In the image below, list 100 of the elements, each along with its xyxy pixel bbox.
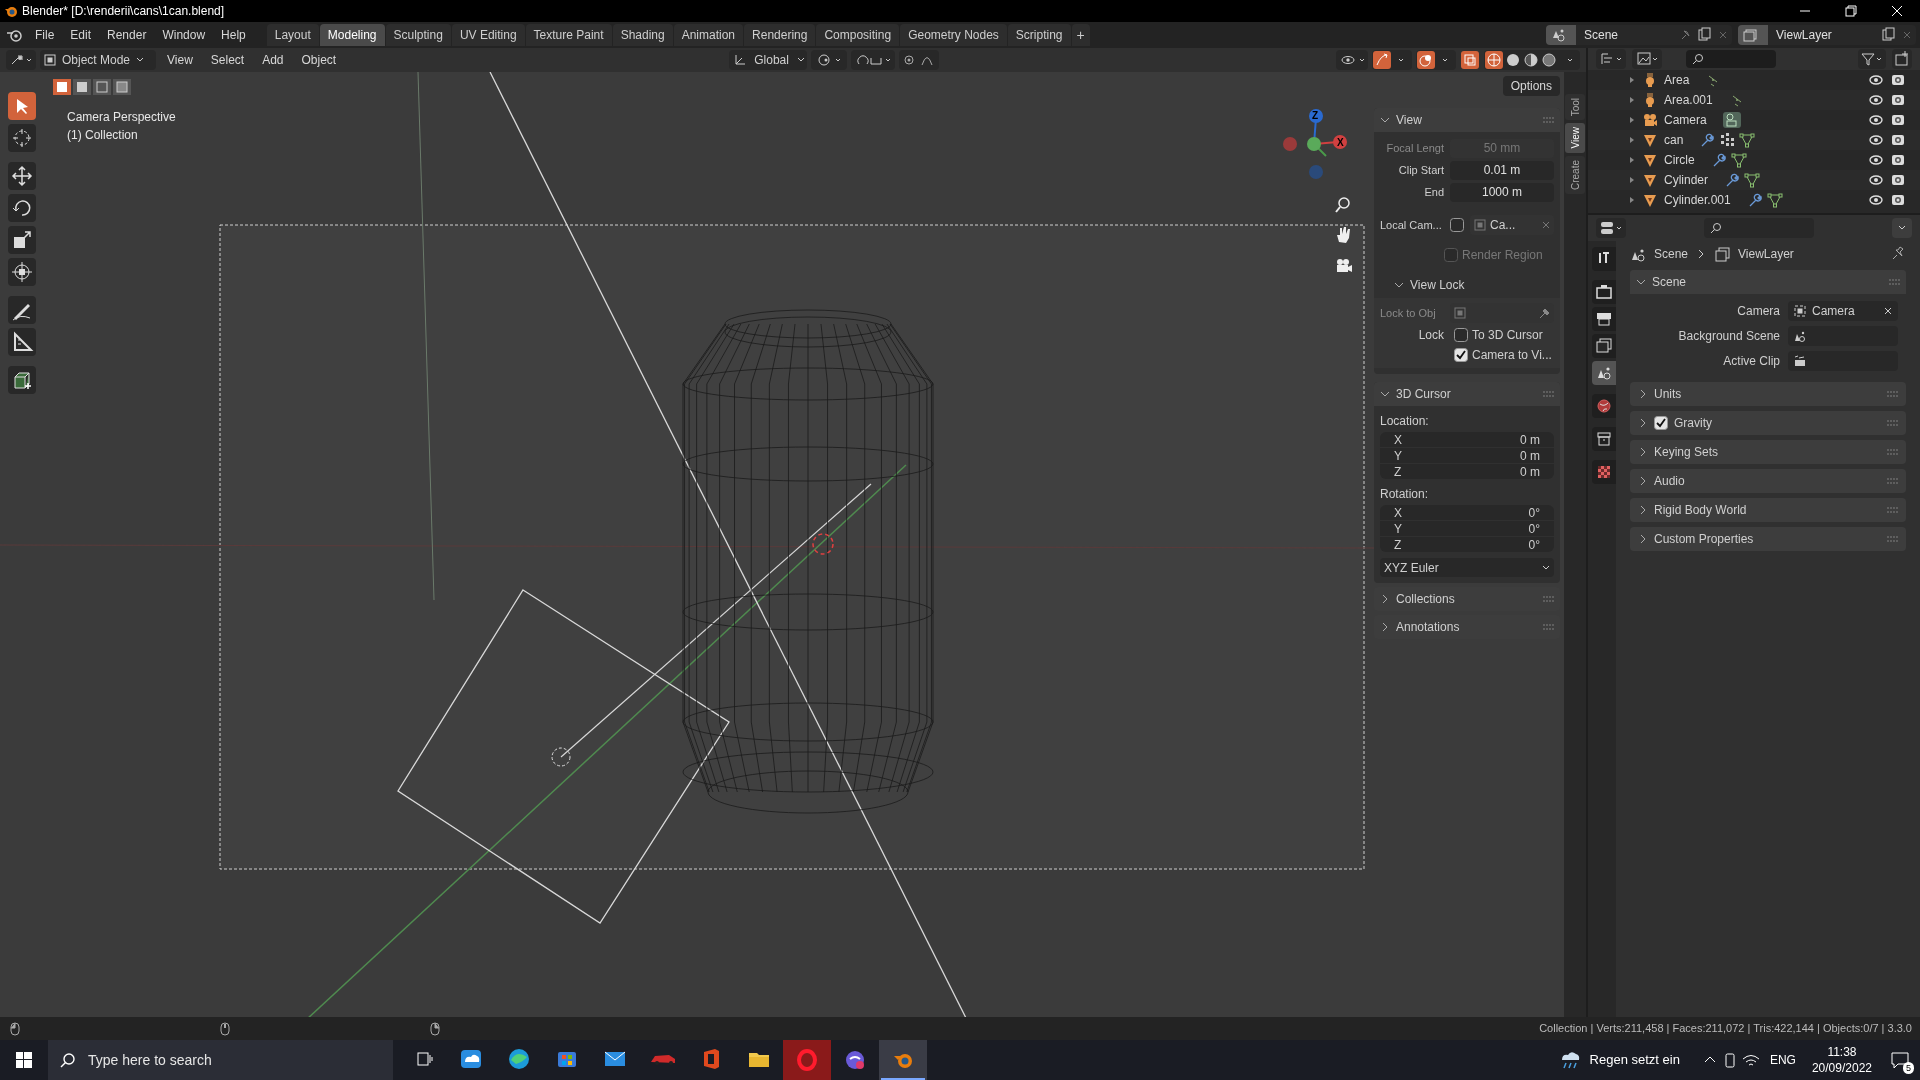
language-indicator[interactable]: ENG <box>1769 1051 1796 1069</box>
panel-header[interactable]: Audio <box>1630 469 1906 493</box>
panel-header[interactable]: View <box>1374 108 1560 132</box>
selection-modes-icon[interactable] <box>52 78 134 96</box>
mesh-data-icon[interactable] <box>1766 192 1783 208</box>
workspace-tab[interactable]: Geometry Nodes <box>900 24 1007 46</box>
menu-item[interactable]: Render <box>100 26 154 44</box>
render-camera-icon[interactable] <box>1890 133 1906 147</box>
checkbox[interactable] <box>1454 328 1468 342</box>
scene-icon[interactable] <box>1592 361 1616 385</box>
view-layer-selector[interactable]: ViewLayer <box>1738 25 1916 45</box>
pin-icon[interactable] <box>1890 246 1906 262</box>
notification-icon[interactable] <box>1890 1050 1910 1070</box>
workspace-tab[interactable]: Layout <box>266 24 319 46</box>
workspace-tab[interactable]: Animation <box>673 24 744 46</box>
menu-item[interactable]: Window <box>155 26 213 44</box>
vector-field[interactable]: Y 0 m <box>1380 448 1554 463</box>
workspace-tab[interactable]: Rendering <box>744 24 816 46</box>
scene-selector[interactable]: Scene <box>1546 25 1732 45</box>
outliner-item[interactable]: Area <box>1664 71 1690 89</box>
proportional-edit-icon[interactable] <box>899 50 940 70</box>
panel-header[interactable]: 3D Cursor <box>1374 382 1560 406</box>
clock-time[interactable]: 11:38 <box>1827 1044 1857 1060</box>
move-tool-icon[interactable] <box>8 162 36 190</box>
eye-icon[interactable] <box>1868 93 1884 107</box>
outliner-item[interactable]: Cylinder <box>1664 171 1708 189</box>
options-dropdown[interactable]: Options <box>1502 76 1560 96</box>
printer-icon[interactable] <box>1592 307 1616 331</box>
render-camera-icon[interactable] <box>1890 93 1906 107</box>
workspace-tab[interactable]: Sculpting <box>385 24 451 46</box>
filter-icon[interactable] <box>1858 49 1886 69</box>
menu-item[interactable]: Add <box>255 51 291 69</box>
add-workspace-button[interactable]: + <box>1071 24 1090 46</box>
panel-header[interactable]: Gravity <box>1630 411 1906 435</box>
particles-icon[interactable] <box>1719 132 1736 148</box>
camera-data-icon[interactable] <box>1722 112 1741 128</box>
snap-icon[interactable] <box>851 50 896 70</box>
expand-arrow-icon[interactable] <box>1628 156 1636 164</box>
menu-item[interactable]: Edit <box>63 26 99 44</box>
workspace-tab[interactable]: Scripting <box>1007 24 1071 46</box>
vector-field[interactable]: Y 0° <box>1380 521 1554 536</box>
box-icon[interactable] <box>1592 427 1616 451</box>
search-field[interactable] <box>1704 218 1814 238</box>
eye-icon[interactable] <box>1868 173 1884 187</box>
object-field[interactable]: Camera <box>1788 300 1898 321</box>
menu-item[interactable]: File <box>28 26 62 44</box>
select-box-tool-icon[interactable] <box>8 92 36 120</box>
vector-field[interactable]: X 0 m <box>1380 432 1554 447</box>
wrench-icon[interactable] <box>1724 172 1740 188</box>
panel-header[interactable]: Custom Properties <box>1630 527 1906 551</box>
expand-arrow-icon[interactable] <box>1628 136 1636 144</box>
vector-field[interactable]: Z 0° <box>1380 537 1554 552</box>
sidebar-tab[interactable]: Tool <box>1565 94 1585 121</box>
menu-item[interactable]: Select <box>203 51 252 69</box>
editor-type-icon[interactable] <box>6 50 36 70</box>
render-camera-icon[interactable] <box>1890 73 1906 87</box>
number-field[interactable]: 0.01 m <box>1450 160 1554 180</box>
clip-field[interactable] <box>1788 350 1898 371</box>
gizmo-toggle-icon[interactable] <box>1372 50 1412 70</box>
outliner-item[interactable]: Circle <box>1664 151 1695 169</box>
outliner-item[interactable]: can <box>1664 131 1684 149</box>
outliner-item[interactable]: Camera <box>1664 111 1707 129</box>
blender-logo-icon[interactable] <box>879 1040 927 1080</box>
workspace-tab[interactable]: Texture Paint <box>525 24 612 46</box>
globe-icon[interactable] <box>1592 394 1616 418</box>
checked-checkbox[interactable] <box>1454 348 1468 362</box>
taskbar-search-field[interactable]: Type here to search <box>48 1040 393 1080</box>
clock-date[interactable]: 20/09/2022 <box>1811 1060 1872 1076</box>
wrench-icon[interactable] <box>1699 132 1716 148</box>
vector-field[interactable]: Z 0 m <box>1380 464 1554 479</box>
outliner-item[interactable]: Cylinder.001 <box>1664 191 1731 209</box>
menu-item[interactable]: View <box>160 51 200 69</box>
menu-item[interactable]: Object <box>294 51 344 69</box>
expand-arrow-icon[interactable] <box>1628 176 1636 184</box>
sidebar-tab[interactable]: Create <box>1565 155 1585 194</box>
mode-dropdown[interactable]: Object Mode <box>40 50 156 70</box>
outliner-item[interactable]: Area.001 <box>1664 91 1713 109</box>
expand-arrow-icon[interactable] <box>1628 196 1636 204</box>
clear-icon[interactable] <box>1884 306 1892 315</box>
new-collection-icon[interactable] <box>1892 49 1912 69</box>
rotation-mode-dropdown[interactable]: XYZ Euler <box>1380 558 1554 577</box>
rotate-tool-icon[interactable] <box>8 194 36 222</box>
sidebar-tab[interactable]: View <box>1565 123 1585 153</box>
outliner-editor-icon[interactable] <box>1596 49 1626 69</box>
eye-icon[interactable] <box>1868 113 1884 127</box>
tool-settings-icon[interactable] <box>1592 247 1616 271</box>
expand-arrow-icon[interactable] <box>1628 76 1636 84</box>
workspace-tab[interactable]: Compositing <box>816 24 900 46</box>
render-camera-icon[interactable] <box>1890 193 1906 207</box>
mesh-data-icon[interactable] <box>1744 172 1760 188</box>
annotate-tool-icon[interactable] <box>8 296 36 324</box>
render-icon[interactable] <box>1592 280 1616 304</box>
number-field[interactable]: 1000 m <box>1450 182 1554 202</box>
xray-toggle-icon[interactable] <box>1460 50 1480 70</box>
pivot-icon[interactable] <box>811 50 848 70</box>
expand-arrow-icon[interactable] <box>1628 116 1636 124</box>
scale-tool-icon[interactable] <box>8 226 36 254</box>
eye-icon[interactable] <box>1868 73 1884 87</box>
display-mode-icon[interactable] <box>1632 49 1662 69</box>
measure-tool-icon[interactable] <box>8 328 36 356</box>
